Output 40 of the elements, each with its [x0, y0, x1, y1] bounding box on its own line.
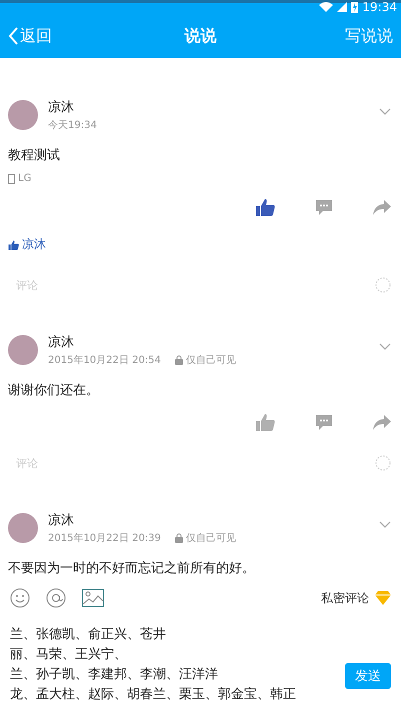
post-time: 今天19:34: [48, 119, 97, 132]
comment-icon[interactable]: [315, 198, 333, 216]
user-name[interactable]: 凉沐: [48, 333, 236, 351]
diamond-icon: [375, 591, 391, 605]
like-icon[interactable]: [255, 198, 275, 216]
post-time: 2015年10月22日 20:39: [48, 532, 161, 545]
share-icon[interactable]: [373, 414, 391, 430]
signal-icon: [337, 2, 348, 12]
user-name[interactable]: 凉沐: [48, 98, 97, 116]
post-content: 谢谢你们还在。: [8, 382, 100, 399]
image-icon[interactable]: [82, 589, 104, 607]
clock-time: 19:34: [362, 0, 397, 14]
at-sign-icon[interactable]: [46, 588, 66, 608]
avatar[interactable]: [8, 335, 38, 365]
chevron-down-icon[interactable]: [379, 108, 391, 115]
comment-input-field[interactable]: 兰、张德凯、俞正兴、苍井 丽、马荣、王兴宁、 兰、孙子凯、李建邦、李潮、汪洋洋 龙、孟大柱、赵际、胡春兰、栗玉、郭金宝、韩正: [10, 625, 337, 705]
post-content: 不要因为一时的不好而忘记之前所有的好。: [8, 560, 256, 577]
emoji-icon[interactable]: [375, 455, 391, 471]
post-time: 2015年10月22日 20:54: [48, 354, 161, 367]
lock-icon: [174, 355, 183, 365]
avatar[interactable]: [8, 100, 38, 130]
avatar[interactable]: [8, 513, 38, 543]
smiley-icon[interactable]: [10, 588, 30, 608]
post-content: 教程测试: [8, 147, 61, 164]
thumbs-up-icon: [8, 240, 19, 250]
phone-icon: [8, 174, 15, 184]
comment-icon[interactable]: [315, 414, 333, 430]
visibility-label: 仅自己可见: [186, 532, 236, 545]
lock-icon: [174, 533, 183, 543]
share-icon[interactable]: [373, 200, 391, 214]
device-label: LG: [18, 173, 32, 184]
emoji-icon[interactable]: [375, 277, 391, 293]
chevron-down-icon[interactable]: [379, 343, 391, 350]
page-title: 说说: [184, 26, 216, 46]
wifi-icon: [319, 2, 334, 12]
liker-name[interactable]: 凉沐: [22, 236, 46, 253]
user-name[interactable]: 凉沐: [48, 511, 236, 529]
chevron-down-icon[interactable]: [379, 521, 391, 528]
private-comment-toggle[interactable]: 私密评论: [321, 590, 369, 606]
visibility-label: 仅自己可见: [186, 354, 236, 367]
